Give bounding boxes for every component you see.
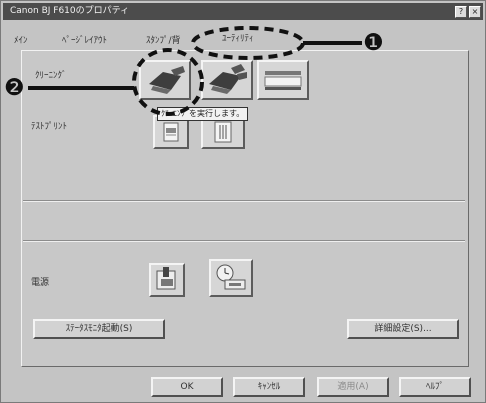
callout-overlay: [28, 26, 362, 116]
utility-tab-highlight: [191, 26, 305, 60]
callout-1-marker: ❶: [363, 30, 384, 56]
callout-2-marker: ❷: [4, 75, 25, 101]
cleaning-button-highlight: [132, 48, 204, 116]
